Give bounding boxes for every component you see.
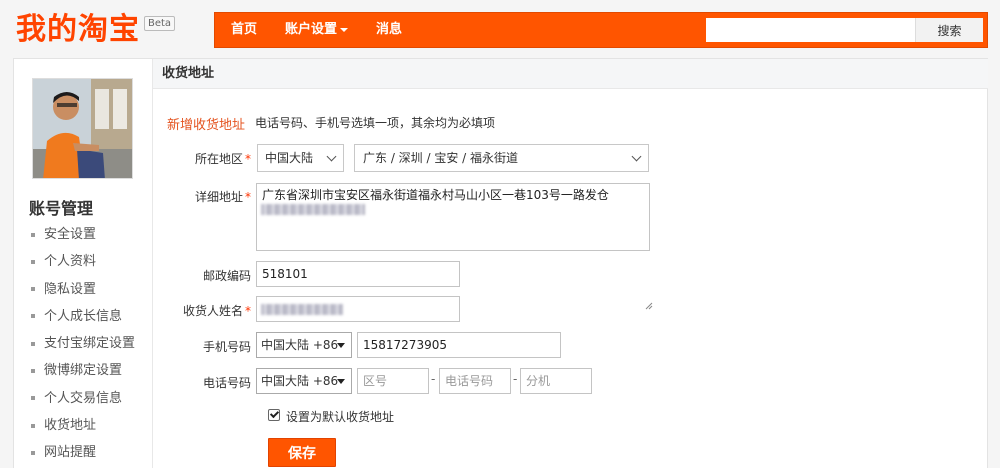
recipient-name-label-text: 收货人姓名 — [182, 304, 243, 318]
region-label-text: 所在地区 — [194, 152, 243, 166]
phone-country-code-value: 中国大陆 +86 — [261, 374, 339, 388]
caret-down-icon — [337, 379, 345, 384]
area-select[interactable]: 广东 / 深圳 / 宝安 / 福永街道 — [354, 144, 649, 172]
country-select[interactable]: 中国大陆 — [257, 144, 344, 172]
mobile-label: 手机号码 — [202, 340, 251, 354]
bullet-icon — [31, 232, 35, 237]
search-button[interactable]: 搜索 — [915, 18, 983, 42]
recipient-name-label: 收货人姓名 * — [153, 302, 251, 319]
sidebar-item-label: 收货地址 — [44, 418, 97, 434]
separator-dash: - — [513, 372, 518, 386]
chevron-down-icon — [326, 151, 337, 162]
sidebar-item-growth[interactable]: 个人成长信息 — [31, 303, 135, 330]
phone-number-input[interactable] — [439, 368, 511, 394]
address-content: 收货地址 新增收货地址 电话号码、手机号选填一项，其余均为必填项 所在地区 * 中… — [152, 59, 988, 468]
caret-down-icon — [340, 27, 349, 32]
mobile-country-code-value: 中国大陆 +86 — [261, 338, 339, 352]
taobao-logo[interactable]: 我的淘宝 Beta — [16, 10, 176, 50]
bullet-icon — [31, 314, 35, 319]
sidebar-item-label: 个人资料 — [44, 254, 97, 270]
bullet-icon — [31, 368, 35, 373]
postcode-label: 邮政编码 — [202, 269, 251, 283]
phone-country-code-select[interactable]: 中国大陆 +86 — [256, 368, 352, 394]
bullet-icon — [31, 450, 35, 455]
beta-badge: Beta — [144, 16, 176, 31]
sidebar-item-label: 个人交易信息 — [44, 390, 123, 406]
default-address-label[interactable]: 设置为默认收货地址 — [286, 408, 394, 425]
sidebar-item-label: 网站提醒 — [44, 445, 97, 461]
sidebar-item-address[interactable]: 收货地址 — [31, 412, 135, 439]
sidebar-item-profile[interactable]: 个人资料 — [31, 248, 135, 275]
sidebar-item-label: 支付宝绑定设置 — [44, 336, 136, 352]
form-hint: 电话号码、手机号选填一项，其余均为必填项 — [255, 116, 496, 130]
extension-input[interactable] — [520, 368, 592, 394]
top-nav-bar: 首页 账户设置 消息 搜索 — [214, 12, 988, 48]
logo-text: 我的淘宝 — [16, 12, 140, 47]
region-label: 所在地区 * — [153, 150, 251, 167]
bullet-icon — [31, 396, 35, 401]
resize-grip-icon[interactable] — [645, 302, 653, 310]
nav-account-settings[interactable]: 账户设置 — [269, 13, 360, 47]
nav-account-settings-label: 账户设置 — [285, 22, 338, 37]
bullet-icon — [31, 423, 35, 428]
sidebar-item-privacy[interactable]: 隐私设置 — [31, 276, 135, 303]
sidebar: 账号管理 安全设置 个人资料 隐私设置 个人成长信息 支付宝绑定设置 微博绑定设… — [14, 59, 152, 468]
redacted-text — [261, 304, 343, 315]
detail-address-input[interactable]: 广东省深圳市宝安区福永街道福永村马山小区一巷103号一路发仓 — [256, 183, 650, 251]
bullet-icon — [31, 259, 35, 264]
tab-new-address[interactable]: 新增收货地址 — [167, 114, 245, 133]
caret-down-icon — [337, 343, 345, 348]
save-button[interactable]: 保存 — [268, 438, 336, 467]
main-nav: 首页 账户设置 消息 — [215, 13, 414, 47]
postcode-input[interactable] — [256, 261, 460, 287]
sidebar-item-security[interactable]: 安全设置 — [31, 221, 135, 248]
main-panel: 账号管理 安全设置 个人资料 隐私设置 个人成长信息 支付宝绑定设置 微博绑定设… — [13, 58, 988, 468]
nav-home-label: 首页 — [231, 22, 258, 37]
section-title: 收货地址 — [153, 59, 988, 89]
redacted-text — [261, 204, 365, 215]
area-select-value: 广东 / 深圳 / 宝安 / 福永街道 — [363, 151, 519, 165]
chevron-down-icon — [631, 151, 642, 162]
search-input[interactable] — [706, 18, 915, 42]
sidebar-item-reminders[interactable]: 网站提醒 — [31, 439, 135, 466]
bullet-icon — [31, 287, 35, 292]
nav-home[interactable]: 首页 — [215, 13, 269, 47]
default-address-checkbox[interactable] — [268, 409, 280, 421]
sidebar-item-label: 微博绑定设置 — [44, 363, 123, 379]
sidebar-item-weibo[interactable]: 微博绑定设置 — [31, 357, 135, 384]
phone-label: 电话号码 — [202, 376, 251, 390]
sidebar-item-label: 隐私设置 — [44, 281, 97, 297]
sidebar-menu: 安全设置 个人资料 隐私设置 个人成长信息 支付宝绑定设置 微博绑定设置 个人交… — [31, 221, 135, 467]
nav-messages-label: 消息 — [376, 22, 403, 37]
nav-messages[interactable]: 消息 — [360, 13, 414, 47]
sidebar-title: 账号管理 — [29, 199, 94, 218]
detail-label-text: 详细地址 — [194, 190, 243, 204]
sidebar-item-label: 个人成长信息 — [44, 308, 123, 324]
sidebar-item-label: 安全设置 — [44, 227, 97, 242]
required-icon: * — [245, 190, 251, 204]
mobile-country-code-select[interactable]: 中国大陆 +86 — [256, 332, 352, 358]
mobile-input[interactable] — [357, 332, 561, 358]
area-code-input[interactable] — [357, 368, 429, 394]
avatar[interactable] — [32, 78, 133, 179]
required-icon: * — [245, 304, 251, 318]
sidebar-item-trade-info[interactable]: 个人交易信息 — [31, 385, 135, 412]
required-icon: * — [245, 152, 251, 166]
country-select-value: 中国大陆 — [265, 151, 314, 165]
avatar-photo — [33, 79, 132, 178]
detail-label: 详细地址 * — [153, 188, 251, 205]
separator-dash: - — [431, 372, 436, 386]
bullet-icon — [31, 341, 35, 346]
sidebar-item-alipay[interactable]: 支付宝绑定设置 — [31, 330, 135, 357]
